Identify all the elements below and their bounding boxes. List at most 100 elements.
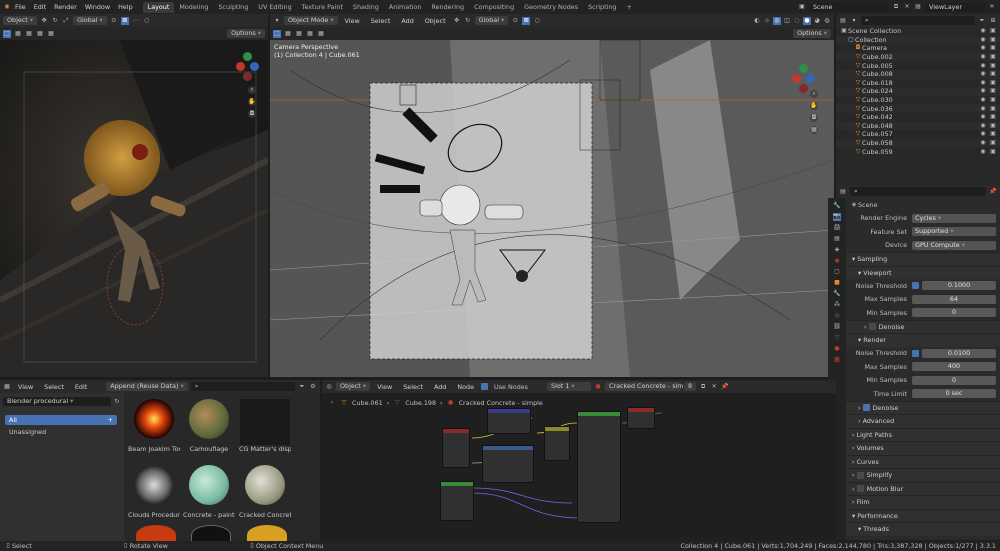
physics-tab-icon[interactable]: ◎ [833, 312, 841, 320]
asset-thumbnail[interactable]: Clouds Procedural ... [128, 465, 180, 519]
tab-animation[interactable]: Animation [384, 2, 427, 13]
select-mode-icon[interactable]: ▦ [36, 30, 44, 38]
menu-help[interactable]: Help [114, 3, 137, 11]
xray-toggle-icon[interactable]: ◫ [783, 17, 791, 25]
shading-solid-icon[interactable]: ● [803, 16, 811, 25]
catalog-unassigned[interactable]: Unassigned [9, 428, 46, 436]
select-mode-icon[interactable]: ▦ [317, 30, 325, 38]
render-toggle-icon[interactable]: ▣ [989, 62, 997, 70]
render-noise-threshold-checkbox[interactable] [912, 349, 919, 357]
visibility-icon[interactable]: ◐ [753, 17, 761, 25]
proportional-edit-icon[interactable]: ○ [143, 17, 151, 25]
outliner-item[interactable]: ▽ Cube.008 ◉ ▣ [836, 69, 1000, 79]
select-box-icon[interactable]: ⬚ [273, 29, 281, 38]
motion-blur-panel-header[interactable]: › Motion Blur [846, 481, 1000, 495]
menu-view[interactable]: View [14, 383, 37, 391]
select-mode-icon[interactable]: ▦ [295, 30, 303, 38]
feature-set-dropdown[interactable]: Supported [912, 227, 996, 237]
viewport-min-samples-field[interactable]: 0 [912, 308, 996, 318]
render-tab-icon[interactable]: 📷 [833, 213, 841, 221]
asset-thumbnail[interactable]: CG Matter's disp... [239, 399, 291, 453]
proportional-edit-icon[interactable]: ○ [533, 17, 541, 25]
move-icon[interactable]: ✥ [40, 17, 48, 25]
particles-tab-icon[interactable]: ⁂ [833, 301, 841, 309]
visibility-eye-icon[interactable]: ◉ [979, 27, 987, 35]
asset-thumbnail[interactable]: Concrete - painted... [183, 465, 235, 519]
select-mode-icon[interactable]: ▦ [47, 30, 55, 38]
shader-node[interactable] [440, 481, 474, 521]
light-paths-panel-header[interactable]: › Light Paths [846, 427, 1000, 441]
tab-shading[interactable]: Shading [348, 2, 384, 13]
rotate-icon[interactable]: ↻ [464, 17, 472, 25]
new-collection-icon[interactable]: ⊞ [989, 17, 997, 25]
tab-uv-editing[interactable]: UV Editing [253, 2, 296, 13]
rendered-viewport[interactable]: ⌕ ✋ ◘ [0, 40, 268, 377]
tool-tab-icon[interactable]: 🔧 [833, 202, 841, 210]
add-catalog-icon[interactable]: + [108, 415, 113, 425]
curves-panel-header[interactable]: › Curves [846, 454, 1000, 468]
render-toggle-icon[interactable]: ▣ [989, 148, 997, 156]
render-toggle-icon[interactable]: ▣ [989, 27, 997, 35]
shader-node[interactable] [544, 426, 570, 461]
outliner-item[interactable]: ▢ Collection ◉ ▣ [836, 35, 1000, 45]
menu-file[interactable]: File [11, 3, 30, 11]
tab-texture-paint[interactable]: Texture Paint [297, 2, 348, 13]
visibility-eye-icon[interactable]: ◉ [979, 44, 987, 52]
display-mode-icon[interactable]: ▾ [850, 17, 858, 25]
select-mode-icon[interactable]: ▦ [306, 30, 314, 38]
overlay-toggle-icon[interactable]: ◎ [773, 16, 781, 25]
tab-sculpting[interactable]: Sculpting [213, 2, 253, 13]
outliner-item[interactable]: ▽ Cube.002 ◉ ▣ [836, 52, 1000, 62]
editor-type-icon[interactable]: ▾ [273, 17, 281, 25]
render-toggle-icon[interactable]: ▣ [989, 44, 997, 52]
perspective-toggle-icon[interactable]: ▦ [810, 126, 818, 134]
blender-logo-icon[interactable]: ◉ [3, 3, 11, 11]
left-options-dropdown[interactable]: Options [227, 29, 265, 38]
tab-layout[interactable]: Layout [142, 1, 175, 13]
node-editor[interactable]: ‹ ▽ Cube.061 › ▽ Cube.198 › ● Cracked Co… [322, 393, 836, 541]
material-output-node[interactable] [627, 407, 655, 429]
copy-icon[interactable]: ⧉ [699, 383, 707, 391]
film-panel-header[interactable]: › Film [846, 495, 1000, 509]
navigation-gizmo[interactable] [236, 52, 260, 82]
move-icon[interactable]: ✥ [453, 17, 461, 25]
main-options-dropdown[interactable]: Options [793, 29, 831, 38]
world-tab-icon[interactable]: ◉ [833, 257, 841, 265]
noise-threshold-checkbox[interactable] [912, 282, 919, 290]
visibility-eye-icon[interactable]: ◉ [979, 113, 987, 121]
render-toggle-icon[interactable]: ▣ [989, 87, 997, 95]
render-toggle-icon[interactable]: ▣ [989, 105, 997, 113]
snap-icon[interactable]: ⊠ [522, 16, 531, 25]
gizmo-neg-x-icon[interactable] [243, 72, 252, 81]
view-layer-tab-icon[interactable]: ▤ [833, 235, 841, 243]
texture-tab-icon[interactable]: ▩ [833, 356, 841, 364]
settings-gear-icon[interactable]: ⚙ [309, 383, 317, 391]
object-mode-dropdown[interactable]: Object Mode [284, 16, 338, 25]
shader-type-dropdown[interactable]: Object [336, 382, 371, 391]
shader-node[interactable] [482, 445, 534, 483]
menu-node[interactable]: Node [453, 383, 478, 391]
asset-search[interactable]: ⌕ [190, 382, 295, 391]
tab-compositing[interactable]: Compositing [469, 2, 519, 13]
render-noise-threshold-field[interactable]: 0.0100 [922, 348, 996, 358]
render-max-samples-field[interactable]: 400 [912, 362, 996, 372]
transform-orientation-dropdown[interactable]: Global [474, 16, 509, 25]
scene-selector[interactable]: Scene [809, 2, 889, 12]
editor-type-icon[interactable]: ▦ [3, 383, 11, 391]
gizmo-y-icon[interactable] [799, 64, 808, 73]
viewport-denoise-header[interactable]: › Denoise [846, 319, 1000, 333]
render-denoise-header[interactable]: › Denoise [846, 400, 1000, 414]
performance-panel-header[interactable]: ▾ Performance [846, 508, 1000, 522]
close-icon[interactable]: ✕ [988, 3, 996, 11]
render-toggle-icon[interactable]: ▣ [989, 53, 997, 61]
visibility-eye-icon[interactable]: ◉ [979, 70, 987, 78]
select-mode-icon[interactable]: ▦ [25, 30, 33, 38]
editor-type-icon[interactable]: ▤ [839, 17, 847, 25]
outliner-item[interactable]: ▽ Cube.030 ◉ ▣ [836, 96, 1000, 105]
scale-icon[interactable]: ⤢ [62, 17, 70, 25]
menu-select[interactable]: Select [40, 383, 68, 391]
asset-library-dropdown[interactable]: Blender procedural [3, 397, 111, 406]
principled-bsdf-node[interactable] [577, 411, 621, 523]
menu-render[interactable]: Render [50, 3, 81, 11]
import-mode-dropdown[interactable]: Append (Reuse Data) [106, 382, 188, 391]
